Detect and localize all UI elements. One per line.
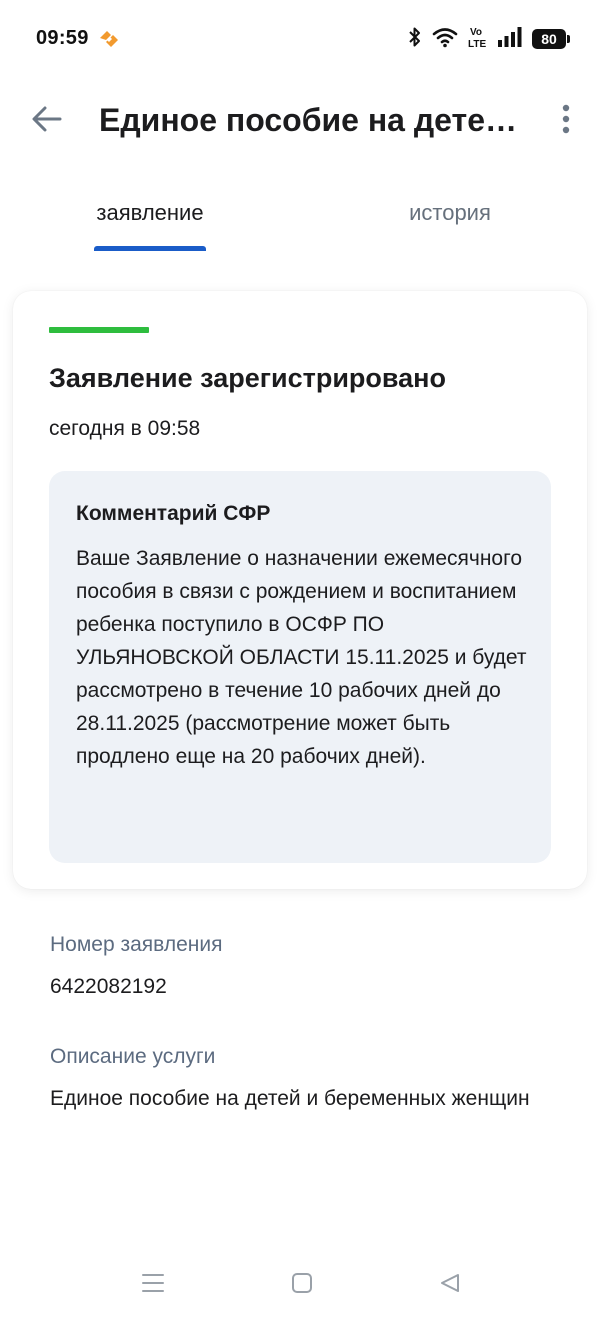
status-indicator-bar: [49, 327, 149, 333]
service-description-value: Единое пособие на детей и беременных жен…: [50, 1087, 530, 1110]
bluetooth-icon: [408, 26, 422, 53]
status-time: 09:59: [36, 27, 89, 49]
signal-icon: [498, 26, 522, 52]
app-notification-icon: [98, 29, 120, 49]
comment-text: Ваше Заявление о назначении ежемесячного…: [76, 547, 527, 768]
status-card: Заявление зарегистрировано сегодня в 09:…: [13, 291, 587, 889]
tab-application[interactable]: заявление: [72, 190, 228, 252]
system-nav-bar: [0, 1250, 600, 1320]
status-title: Заявление зарегистрировано: [49, 363, 446, 393]
app-header: Единое пособие на детей и беременных жен…: [0, 78, 600, 168]
home-icon: [291, 1272, 313, 1299]
battery-icon: 80: [532, 29, 570, 49]
status-date: сегодня в 09:58: [49, 417, 201, 440]
page-title: Единое пособие на детей и беременных жен…: [99, 102, 529, 138]
more-options-button[interactable]: [550, 98, 582, 144]
arrow-left-icon: [32, 106, 62, 137]
active-tab-indicator: [94, 246, 206, 251]
svg-text:Vo: Vo: [470, 27, 482, 38]
comment-title: Комментарий СФР: [76, 502, 271, 525]
service-description-label: Описание услуги: [50, 1045, 216, 1068]
back-button[interactable]: [24, 98, 70, 144]
recent-apps-button[interactable]: [135, 1270, 171, 1300]
status-icons: Vo LTE 80: [408, 25, 570, 54]
volte-icon: Vo LTE: [468, 25, 488, 54]
wifi-icon: [432, 26, 458, 53]
comment-box: Комментарий СФР Ваше Заявление о назначе…: [49, 471, 551, 863]
system-back-button[interactable]: [432, 1270, 468, 1300]
tab-history[interactable]: история: [372, 190, 528, 252]
home-button[interactable]: [284, 1270, 320, 1300]
application-number-value: 6422082192: [50, 975, 167, 998]
svg-text:LTE: LTE: [468, 39, 486, 49]
status-bar: 09:59 Vo LTE 80: [0, 0, 600, 78]
menu-icon: [141, 1272, 165, 1299]
back-icon: [439, 1272, 461, 1299]
application-number-label: Номер заявления: [50, 933, 223, 956]
tab-bar: заявление история: [0, 190, 600, 252]
more-vertical-icon: [562, 104, 570, 139]
